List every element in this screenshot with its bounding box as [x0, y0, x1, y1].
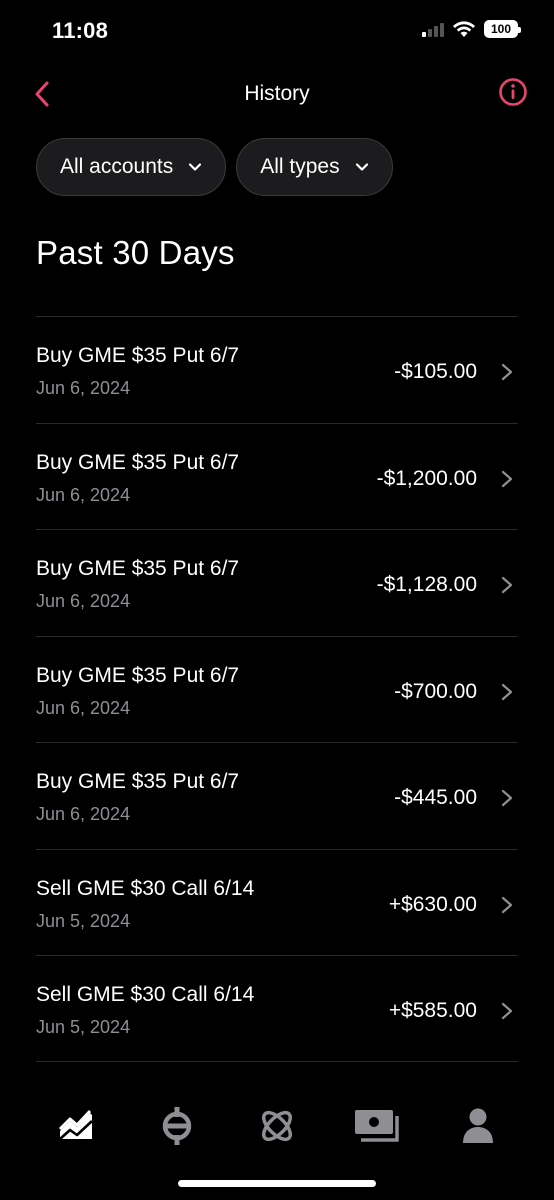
- transaction-title: Buy GME $35 Put 6/7: [36, 557, 240, 580]
- transaction-date: Jun 5, 2024: [36, 910, 131, 931]
- transaction-amount: +$585.00: [388, 999, 477, 1022]
- section-title: Past 30 Days: [36, 234, 235, 271]
- status-bar: 11:08 100: [0, 0, 554, 62]
- transaction-row[interactable]: Sell GME $30 Call 6/14 Jun 5, 2024 +$585…: [36, 955, 518, 1062]
- transaction-row[interactable]: Buy GME $35 Put 6/7 Jun 6, 2024 -$700.00: [36, 635, 518, 743]
- transaction-title: Sell GME $30 Call 6/14: [36, 876, 255, 900]
- tab-network[interactable]: [247, 1096, 307, 1156]
- types-filter-label: All types: [260, 155, 340, 178]
- transaction-row[interactable]: Buy GME $35 Put 6/7 Jun 6, 2024 -$445.00: [36, 742, 518, 849]
- cellular-signal-icon: [422, 21, 444, 37]
- transaction-title: Buy GME $35 Put 6/7: [36, 450, 240, 474]
- chevron-right-icon: [501, 896, 513, 913]
- transaction-amount: -$1,128.00: [376, 573, 477, 596]
- header: History: [0, 70, 554, 120]
- tab-investing[interactable]: [46, 1096, 106, 1156]
- chevron-right-icon: [501, 1002, 513, 1020]
- chevron-right-icon: [501, 363, 513, 381]
- tab-account[interactable]: [448, 1096, 508, 1156]
- transaction-row[interactable]: Sell GME $30 Call 6/14 Jun 5, 2024 +$630…: [36, 848, 518, 956]
- investing-chart-icon: [59, 1109, 94, 1140]
- transaction-title: Buy GME $35 Put 6/7: [36, 344, 240, 367]
- tab-crypto[interactable]: [147, 1096, 207, 1156]
- transaction-amount: -$105.00: [394, 360, 477, 383]
- page-title: History: [244, 82, 310, 105]
- crypto-icon: [162, 1107, 191, 1145]
- battery-icon: 100: [484, 20, 521, 38]
- info-icon[interactable]: [498, 77, 528, 107]
- transaction-row[interactable]: Buy GME $35 Put 6/7 Jun 6, 2024 -$1,200.…: [36, 422, 518, 530]
- transaction-title: Buy GME $35 Put 6/7: [36, 770, 240, 793]
- chevron-right-icon: [501, 789, 513, 807]
- tab-cash[interactable]: [347, 1096, 407, 1156]
- transaction-date: Jun 6, 2024: [36, 378, 131, 398]
- chevron-down-icon: [189, 163, 202, 171]
- chevron-right-icon: [501, 576, 513, 594]
- transaction-row[interactable]: Buy GME $35 Put 6/7 Jun 6, 2024 -$1,128.…: [36, 529, 518, 636]
- transaction-title: Buy GME $35 Put 6/7: [36, 663, 240, 687]
- transaction-amount: +$630.00: [388, 892, 477, 916]
- transaction-date: Jun 6, 2024: [36, 804, 131, 824]
- transaction-row[interactable]: Buy GME $35 Put 6/7 Jun 6, 2024 -$105.00: [36, 316, 518, 423]
- home-indicator[interactable]: [178, 1180, 376, 1187]
- status-icons: 100: [422, 20, 521, 38]
- tab-bar: [0, 1096, 554, 1156]
- status-time: 11:08: [52, 18, 109, 43]
- transaction-amount: -$1,200.00: [376, 466, 477, 490]
- chevron-right-icon: [501, 470, 513, 487]
- transaction-date: Jun 6, 2024: [36, 484, 131, 505]
- transaction-date: Jun 6, 2024: [36, 591, 131, 611]
- accounts-filter-label: All accounts: [60, 155, 174, 178]
- transaction-amount: -$700.00: [394, 679, 477, 703]
- types-filter-button[interactable]: All types: [236, 138, 393, 196]
- transaction-amount: -$445.00: [394, 786, 477, 809]
- transaction-title: Sell GME $30 Call 6/14: [36, 983, 255, 1006]
- filter-bar: All accounts All types: [36, 138, 393, 196]
- account-icon: [462, 1108, 493, 1143]
- transaction-date: Jun 6, 2024: [36, 697, 131, 718]
- chevron-right-icon: [501, 683, 513, 700]
- chevron-down-icon: [355, 163, 368, 171]
- transaction-list: Buy GME $35 Put 6/7 Jun 6, 2024 -$105.00…: [36, 316, 518, 1062]
- cash-icon: [355, 1110, 400, 1142]
- wifi-icon: [453, 21, 475, 37]
- transaction-date: Jun 5, 2024: [36, 1017, 131, 1037]
- accounts-filter-button[interactable]: All accounts: [36, 138, 227, 196]
- network-icon: [261, 1110, 293, 1142]
